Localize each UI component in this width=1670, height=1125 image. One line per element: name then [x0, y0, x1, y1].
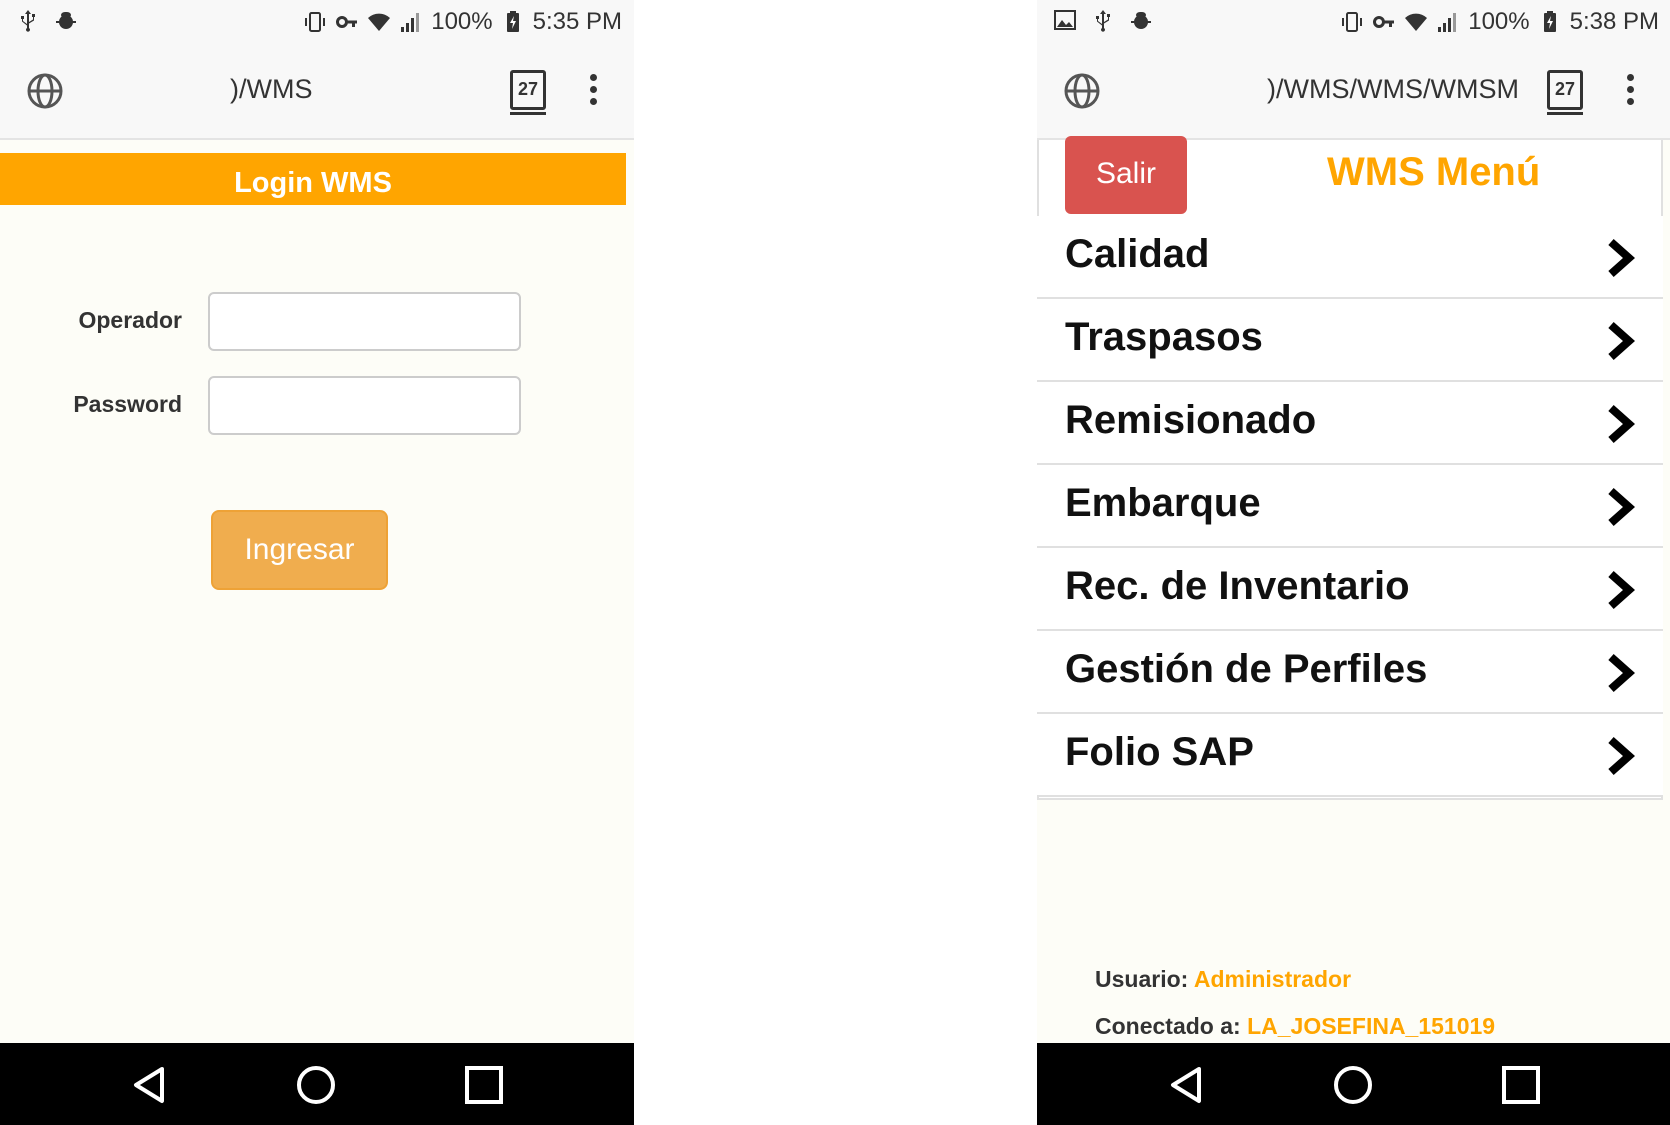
- vibrate-icon: [1342, 12, 1363, 32]
- recents-icon[interactable]: [462, 1063, 506, 1107]
- status-bar: 100% 5:38 PM: [1037, 0, 1670, 44]
- globe-icon[interactable]: [26, 72, 64, 110]
- password-label: Password: [73, 391, 182, 417]
- browser-address-bar: )/WMS 27: [0, 44, 634, 140]
- debug-bug-icon: [1131, 12, 1151, 29]
- debug-bug-icon: [56, 12, 76, 29]
- chevron-right-icon: [1608, 488, 1635, 526]
- chevron-right-icon: [1608, 654, 1635, 692]
- tab-switcher-button[interactable]: 27: [1547, 70, 1583, 115]
- usb-icon: [21, 10, 35, 32]
- menu-item-gestion-perfiles[interactable]: Gestión de Perfiles: [1037, 631, 1663, 714]
- menu-item-label: Gestión de Perfiles: [1065, 647, 1428, 691]
- operador-label: Operador: [78, 307, 182, 333]
- home-icon[interactable]: [294, 1063, 338, 1107]
- menu-screen: 100% 5:38 PM )/WMS/WMS/WMSM 27 Salir WMS…: [1037, 0, 1670, 1125]
- signal-icon: [401, 13, 420, 32]
- vibrate-icon: [305, 12, 326, 32]
- status-bar: 100% 5:35 PM: [0, 0, 634, 44]
- menu-item-rec-inventario[interactable]: Rec. de Inventario: [1037, 548, 1663, 631]
- menu-item-remisionado[interactable]: Remisionado: [1037, 382, 1663, 465]
- password-input[interactable]: [208, 376, 521, 435]
- battery-charging-icon: [1543, 11, 1556, 32]
- battery-charging-icon: [506, 11, 519, 32]
- chevron-right-icon: [1608, 571, 1635, 609]
- url-text[interactable]: )/WMS/WMS/WMSM: [1267, 74, 1563, 105]
- user-value: Administrador: [1193, 966, 1352, 992]
- menu-item-label: Calidad: [1065, 232, 1210, 276]
- back-icon[interactable]: [128, 1063, 172, 1107]
- ingresar-button[interactable]: Ingresar: [211, 510, 388, 590]
- browser-menu-icon[interactable]: [587, 74, 599, 108]
- user-label: Usuario:: [1095, 966, 1189, 992]
- user-info: Usuario: Administrador: [1095, 966, 1351, 993]
- globe-icon[interactable]: [1063, 72, 1101, 110]
- image-icon: [1054, 10, 1076, 30]
- connection-info: Conectado a: LA_JOSEFINA_151019: [1095, 1013, 1495, 1040]
- chevron-right-icon: [1608, 737, 1635, 775]
- chevron-right-icon: [1608, 239, 1635, 277]
- chevron-right-icon: [1608, 322, 1635, 360]
- operador-input[interactable]: [208, 292, 521, 351]
- menu-item-embarque[interactable]: Embarque: [1037, 465, 1663, 548]
- connected-value: LA_JOSEFINA_151019: [1247, 1013, 1496, 1039]
- home-icon[interactable]: [1331, 1063, 1375, 1107]
- clock: 5:38 PM: [1569, 8, 1659, 35]
- android-nav-bar: [1037, 1043, 1670, 1125]
- usb-icon: [1096, 10, 1110, 32]
- connected-label: Conectado a:: [1095, 1013, 1241, 1039]
- salir-button[interactable]: Salir: [1065, 136, 1187, 214]
- menu-item-label: Traspasos: [1065, 315, 1263, 359]
- menu-item-label: Remisionado: [1065, 398, 1317, 442]
- menu-item-calidad[interactable]: Calidad: [1037, 216, 1663, 299]
- menu-item-label: Folio SAP: [1065, 730, 1254, 774]
- menu-item-folio-sap[interactable]: Folio SAP: [1037, 714, 1663, 797]
- battery-percent: 100%: [431, 8, 493, 35]
- tab-switcher-button[interactable]: 27: [510, 70, 546, 115]
- vpn-key-icon: [336, 16, 358, 28]
- login-header: Login WMS: [0, 153, 626, 205]
- browser-address-bar: )/WMS/WMS/WMSM 27: [1037, 44, 1670, 140]
- signal-icon: [1438, 13, 1457, 32]
- wifi-icon: [1405, 13, 1428, 31]
- menu-item-label: Rec. de Inventario: [1065, 564, 1410, 608]
- android-nav-bar: [0, 1043, 634, 1125]
- vpn-key-icon: [1373, 16, 1395, 28]
- menu-title: WMS Menú: [1327, 150, 1541, 194]
- menu-item-label: Embarque: [1065, 481, 1261, 525]
- back-icon[interactable]: [1165, 1063, 1209, 1107]
- login-screen: 100% 5:35 PM )/WMS 27 Login WMS Operador…: [0, 0, 634, 1125]
- menu-item-traspasos[interactable]: Traspasos: [1037, 299, 1663, 382]
- clock: 5:35 PM: [532, 8, 622, 35]
- browser-menu-icon[interactable]: [1624, 74, 1636, 108]
- wifi-icon: [368, 13, 391, 31]
- battery-percent: 100%: [1468, 8, 1530, 35]
- url-text[interactable]: )/WMS: [230, 74, 430, 105]
- chevron-right-icon: [1608, 405, 1635, 443]
- recents-icon[interactable]: [1499, 1063, 1543, 1107]
